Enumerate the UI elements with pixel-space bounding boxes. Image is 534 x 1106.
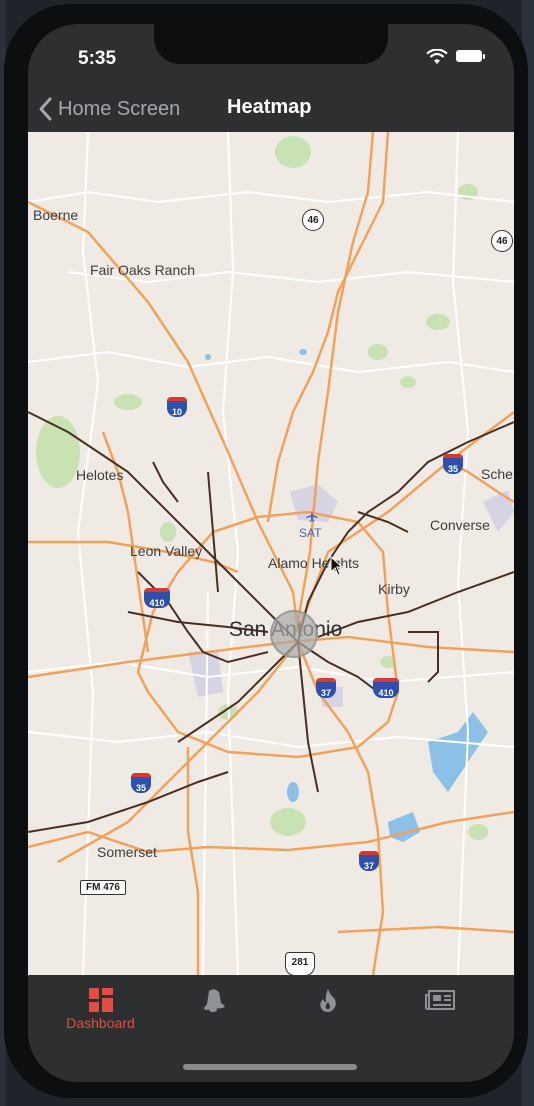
- tab-notifications[interactable]: [153, 975, 274, 1045]
- place-label-schertz: Sche: [481, 466, 513, 482]
- place-label-fair-oaks-ranch: Fair Oaks Ranch: [90, 262, 196, 278]
- place-label-converse: Converse: [430, 517, 490, 533]
- battery-icon: [456, 50, 485, 62]
- heatmap-point-marker[interactable]: [270, 610, 318, 658]
- chevron-left-icon: [39, 97, 52, 121]
- mouse-cursor-icon: [330, 556, 344, 576]
- navigation-bar: Home Screen Heatmap: [28, 84, 514, 132]
- dashboard-icon: [88, 988, 113, 1012]
- place-label-somerset: Somerset: [97, 844, 157, 860]
- us-highway-281-shield: 281: [285, 952, 315, 975]
- state-highway-46-east-shield: 46: [491, 230, 513, 252]
- interstate-410-west-shield: 410: [144, 588, 170, 608]
- flame-icon: [319, 989, 336, 1012]
- tab-trending[interactable]: [267, 975, 388, 1045]
- place-label-leon-valley: Leon Valley: [130, 543, 203, 559]
- device-notch: [154, 24, 388, 64]
- back-button-label: Home Screen: [58, 97, 181, 120]
- news-icon: [424, 990, 455, 1010]
- place-label-boerne: Boerne: [33, 207, 79, 223]
- wifi-icon: [426, 49, 448, 64]
- interstate-37-south-shield: 37: [359, 851, 379, 871]
- state-highway-46-shield: 46: [302, 209, 324, 231]
- heatmap-map[interactable]: Boerne Fair Oaks Ranch Helotes Leon Vall…: [28, 132, 514, 975]
- interstate-35-ne-shield: 35: [443, 454, 463, 474]
- place-label-alamo-heights: Alamo Heights: [268, 555, 360, 571]
- interstate-37-central-shield: 37: [316, 678, 336, 698]
- interstate-410-east-shield: 410: [373, 678, 399, 698]
- app-screen: 5:35 Home Screen Heatmap Boerne Fair Oak…: [28, 24, 514, 1082]
- tab-dashboard[interactable]: Dashboard: [40, 975, 161, 1045]
- phone-frame: 5:35 Home Screen Heatmap Boerne Fair Oak…: [4, 4, 528, 1098]
- farm-road-476-shield: FM 476: [80, 880, 126, 895]
- interstate-10-shield: 10: [167, 397, 187, 417]
- place-label-helotes: Helotes: [76, 467, 124, 483]
- bell-icon: [203, 989, 225, 1012]
- page-title: Heatmap: [227, 96, 312, 118]
- status-time: 5:35: [78, 48, 117, 69]
- tab-news[interactable]: [379, 975, 500, 1045]
- place-label-kirby: Kirby: [378, 581, 410, 597]
- interstate-35-sw-shield: 35: [131, 773, 151, 793]
- back-button[interactable]: Home Screen: [36, 94, 180, 124]
- home-indicator[interactable]: [183, 1064, 357, 1070]
- airport-label: SAT: [299, 526, 322, 540]
- tab-dashboard-label: Dashboard: [66, 1015, 135, 1031]
- airplane-icon: [306, 510, 318, 522]
